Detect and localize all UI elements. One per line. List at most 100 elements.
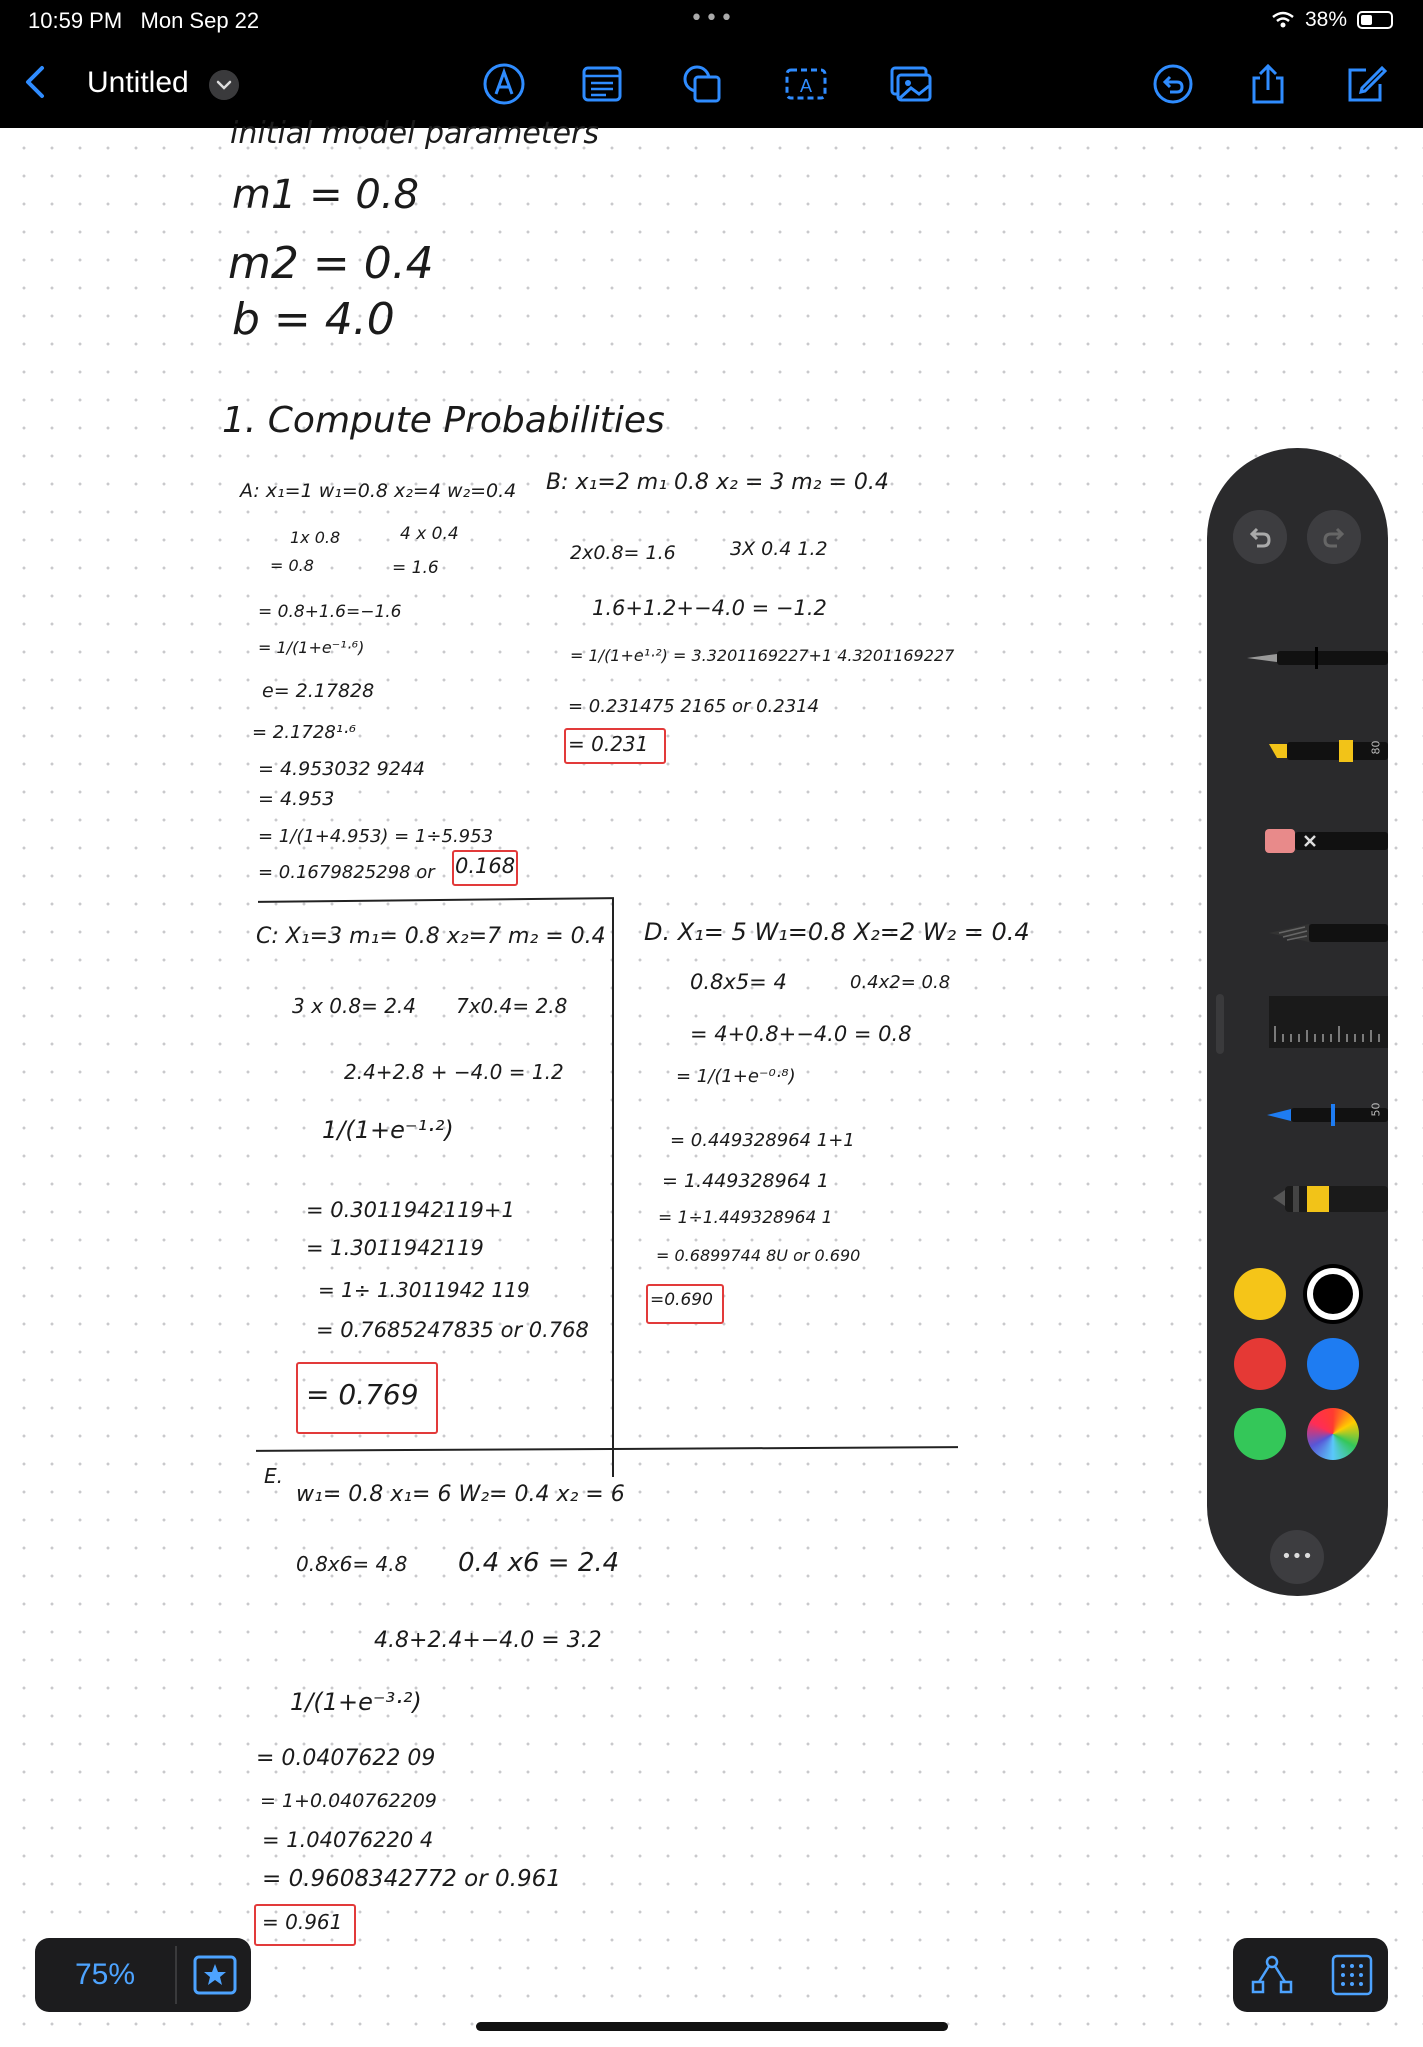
battery-percent: 38% — [1304, 8, 1347, 31]
divider-cd-e — [255, 1446, 959, 1452]
c-line: = 0.7685247835 or 0.768 — [316, 1318, 589, 1342]
a-line: = 1/(1+4.953) = 1÷5.953 — [258, 826, 494, 847]
lasso-connect-icon[interactable] — [1249, 1952, 1295, 1998]
pen-size-label: 50 — [1369, 1102, 1383, 1117]
d-line: = 1÷1.449328964 1 — [658, 1208, 833, 1228]
home-indicator[interactable] — [476, 2022, 948, 2031]
battery-icon — [1357, 11, 1393, 29]
c-line: = 1.3011942119 — [306, 1236, 484, 1260]
b-line: = 0.231475 2165 or 0.2314 — [568, 696, 820, 717]
c-line: 7x0.4= 2.8 — [456, 994, 568, 1018]
a-line: = 0.1679825298 or — [258, 862, 435, 883]
color-blue-swatch[interactable] — [1307, 1338, 1359, 1390]
e-line: = 1+0.040762209 — [260, 1790, 437, 1812]
undo-icon[interactable] — [1233, 510, 1287, 564]
e-line: 4.8+2.4+−4.0 = 3.2 — [374, 1628, 602, 1653]
b-line: = 1/(1+e¹·²) = 3.3201169227+1 4.32011692… — [570, 646, 955, 665]
c-line: 3 x 0.8= 2.4 — [292, 994, 417, 1018]
e-line: 0.4 x6 = 2.4 — [458, 1548, 620, 1578]
text-box-icon[interactable] — [580, 62, 624, 106]
zoom-level[interactable]: 75% — [35, 1938, 175, 2012]
cut-off-heading: initial model parameters — [230, 116, 599, 151]
a-line: e= 2.17828 — [262, 680, 375, 702]
chevron-down-icon[interactable] — [209, 70, 239, 100]
top-bar: 10:59 PM Mon Sep 22 ••• 38% Untitled A — [0, 0, 1423, 128]
date-text: Mon Sep 22 — [140, 8, 260, 33]
d-header: D. X₁= 5 W₁=0.8 X₂=2 W₂ = 0.4 — [644, 918, 1030, 946]
b-answer: = 0.231 — [568, 732, 649, 756]
share-icon[interactable] — [1246, 62, 1290, 106]
d-line: = 0.6899744 8U or 0.690 — [656, 1246, 861, 1265]
a-header: A: x₁=1 w₁=0.8 x₂=4 w₂=0.4 — [240, 480, 517, 502]
document-title[interactable]: Untitled — [87, 66, 189, 100]
ruler-icon[interactable] — [1269, 996, 1388, 1048]
marker-icon[interactable] — [1273, 1178, 1388, 1218]
compose-icon[interactable] — [1344, 62, 1388, 106]
e-line: = 0.9608342772 or 0.961 — [262, 1866, 561, 1892]
c-header: C: X₁=3 m₁= 0.8 x₂=7 m₂ = 0.4 — [256, 924, 606, 949]
palette-resize-handle[interactable] — [1216, 994, 1224, 1054]
d-line: = 1.449328964 1 — [662, 1170, 830, 1192]
status-right: 38% — [1271, 8, 1393, 32]
markup-pen-icon[interactable] — [482, 62, 526, 106]
b-line: 2x0.8= 1.6 — [570, 542, 676, 564]
favorite-star-icon[interactable] — [191, 1952, 239, 1998]
e-line: 1/(1+e⁻³·²) — [290, 1688, 422, 1716]
b-header: B: x₁=2 m₁ 0.8 x₂ = 3 m₂ = 0.4 — [546, 470, 889, 495]
color-green-swatch[interactable] — [1234, 1408, 1286, 1460]
highlighter-size-label: 80 — [1369, 740, 1383, 755]
back-icon[interactable] — [18, 60, 54, 104]
status-time: 10:59 PM Mon Sep 22 — [28, 8, 259, 34]
e-answer: = 0.961 — [262, 1910, 343, 1934]
section-title: 1. Compute Probabilities — [222, 400, 665, 441]
param-b: b = 4.0 — [232, 294, 395, 345]
multitasking-dots-icon[interactable]: ••• — [690, 6, 735, 31]
a-line: = 1.6 — [392, 558, 439, 578]
a-line: = 2.1728¹·⁶ — [252, 722, 356, 743]
a-line: 1x 0.8 — [290, 528, 341, 547]
wifi-icon — [1272, 11, 1294, 28]
e-line: 0.8x6= 4.8 — [296, 1552, 408, 1576]
image-icon[interactable] — [889, 62, 933, 106]
e-line: = 0.0407622 09 — [256, 1746, 436, 1771]
fineliner-pen-icon[interactable] — [1247, 643, 1388, 673]
d-line: 0.8x5= 4 — [690, 970, 787, 994]
d-line: 0.4x2= 0.8 — [850, 972, 951, 993]
zoom-divider — [175, 1946, 177, 2004]
c-line: 2.4+2.8 + −4.0 = 1.2 — [344, 1060, 564, 1084]
c-line: = 1÷ 1.3011942 119 — [318, 1278, 530, 1302]
d-line: = 1/(1+e⁻⁰·⁸) — [676, 1066, 796, 1087]
a-line: = 1/(1+e⁻¹·⁶) — [258, 638, 365, 657]
c-answer: = 0.769 — [306, 1378, 419, 1411]
a-answer: 0.168 — [455, 854, 516, 878]
color-black-swatch[interactable] — [1307, 1268, 1359, 1320]
a-line: = 4.953032 9244 — [258, 758, 426, 780]
tool-palette: 80 50 ••• — [1207, 448, 1388, 1596]
param-m1: m1 = 0.8 — [232, 172, 419, 218]
color-red-swatch[interactable] — [1234, 1338, 1286, 1390]
eraser-icon[interactable] — [1265, 826, 1388, 856]
a-line: = 0.8+1.6=−1.6 — [258, 602, 402, 622]
d-line: = 0.449328964 1+1 — [670, 1130, 855, 1151]
redo-icon[interactable] — [1307, 510, 1361, 564]
a-line: 4 x 0.4 — [400, 524, 459, 544]
a-line: = 4.953 — [258, 788, 335, 810]
d-answer: =0.690 — [650, 1290, 713, 1310]
color-picker-icon[interactable] — [1307, 1408, 1359, 1460]
e-header: w₁= 0.8 x₁= 6 W₂= 0.4 x₂ = 6 — [296, 1482, 625, 1507]
text-recognition-icon[interactable]: A — [784, 62, 828, 106]
c-line: 1/(1+e⁻¹·²) — [322, 1116, 454, 1144]
color-yellow-swatch[interactable] — [1234, 1268, 1286, 1320]
page-grid-icon[interactable] — [1329, 1952, 1375, 1998]
pencil-icon[interactable] — [1269, 918, 1388, 948]
d-line: = 4+0.8+−4.0 = 0.8 — [690, 1022, 912, 1046]
param-m2: m2 = 0.4 — [228, 238, 434, 289]
c-line: = 0.3011942119+1 — [306, 1198, 515, 1222]
e-line: = 1.04076220 4 — [262, 1828, 434, 1852]
divider-a-c — [257, 897, 615, 903]
shapes-icon[interactable] — [680, 62, 724, 106]
b-line: 1.6+1.2+−4.0 = −1.2 — [592, 596, 827, 620]
undo-history-icon[interactable] — [1151, 62, 1195, 106]
more-options-button[interactable]: ••• — [1270, 1530, 1324, 1584]
svg-text:A: A — [800, 76, 812, 96]
